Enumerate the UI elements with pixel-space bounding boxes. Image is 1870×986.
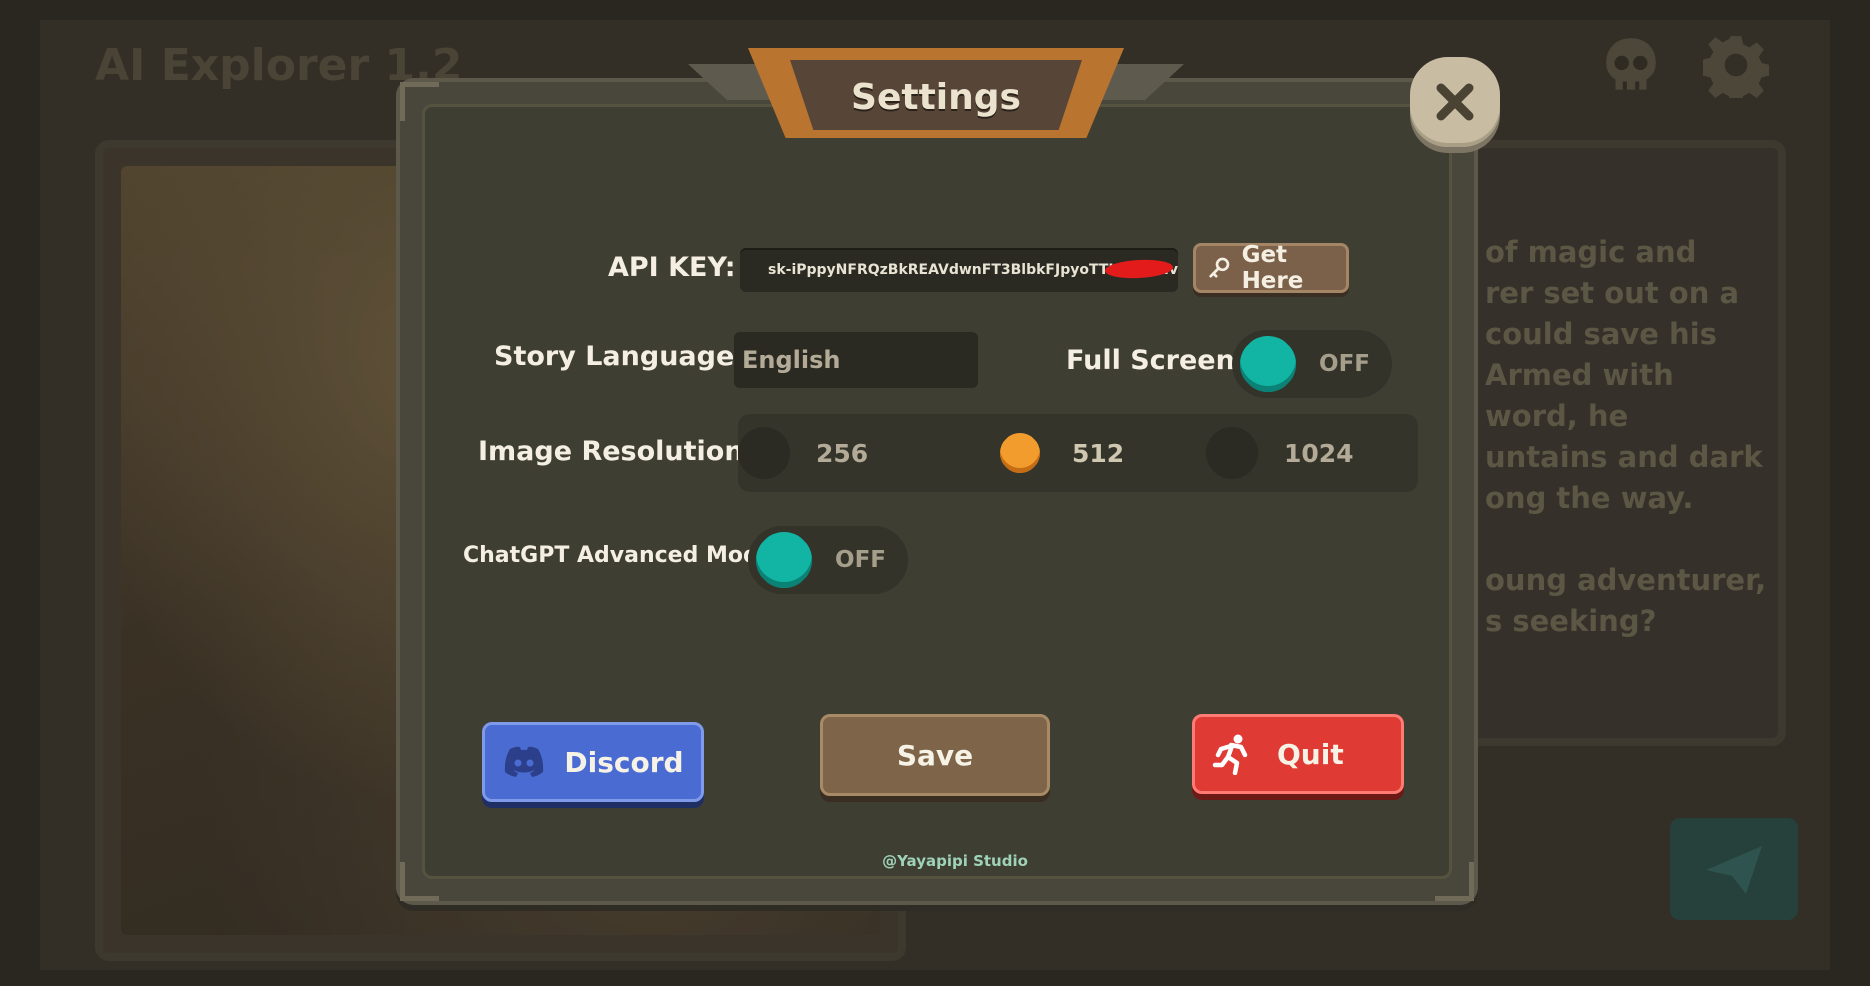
toggle-knob <box>1240 336 1296 392</box>
send-icon <box>1706 846 1762 894</box>
radio-indicator <box>1206 427 1258 479</box>
quit-label: Quit <box>1277 737 1344 771</box>
quit-button[interactable]: Quit <box>1192 714 1404 794</box>
dialog-title: Settings <box>851 77 1021 118</box>
image-resolution-radio-group: 256 512 1024 <box>738 414 1418 492</box>
skull-icon[interactable] <box>1598 32 1664 98</box>
get-api-key-label: Get Here <box>1241 242 1304 294</box>
resolution-option-label: 1024 <box>1284 438 1354 468</box>
advanced-mode-label: ChatGPT Advanced Mode: <box>463 543 783 568</box>
advanced-mode-state: OFF <box>835 547 886 573</box>
full-screen-label: Full Screen: <box>1066 345 1246 376</box>
key-icon <box>1209 257 1230 278</box>
get-api-key-button[interactable]: Get Here <box>1193 242 1349 294</box>
story-text: of magic and rer set out on a could save… <box>1485 235 1767 638</box>
save-label: Save <box>896 738 974 772</box>
frame-corner <box>400 82 439 121</box>
story-language-select[interactable]: English <box>734 332 978 388</box>
discord-label: Discord <box>564 745 684 779</box>
advanced-mode-toggle[interactable]: OFF <box>748 526 908 594</box>
resolution-option-label: 512 <box>1072 438 1125 468</box>
image-resolution-label: Image Resolution: <box>478 436 755 467</box>
radio-indicator-selected <box>1000 433 1040 473</box>
toggle-knob <box>756 532 812 588</box>
studio-credit: @Yayapipi Studio <box>882 852 1028 870</box>
api-key-label: API KEY: <box>608 252 736 283</box>
close-icon <box>1436 83 1474 121</box>
story-languages-label: Story Languages: <box>494 341 762 372</box>
resolution-option-512[interactable]: 512 <box>994 414 1124 492</box>
full-screen-toggle[interactable]: OFF <box>1232 330 1392 398</box>
resolution-option-label: 256 <box>816 438 869 468</box>
resolution-option-256[interactable]: 256 <box>738 414 868 492</box>
resolution-option-1024[interactable]: 1024 <box>1206 414 1354 492</box>
radio-indicator <box>738 427 790 479</box>
settings-title-plaque: Settings <box>688 48 1184 138</box>
run-icon <box>1212 734 1248 775</box>
save-button[interactable]: Save <box>820 714 1050 796</box>
discord-icon <box>505 746 544 777</box>
full-screen-state: OFF <box>1319 351 1370 377</box>
discord-button[interactable]: Discord <box>482 722 704 802</box>
close-button[interactable] <box>1410 57 1500 147</box>
gear-icon[interactable] <box>1703 32 1769 98</box>
